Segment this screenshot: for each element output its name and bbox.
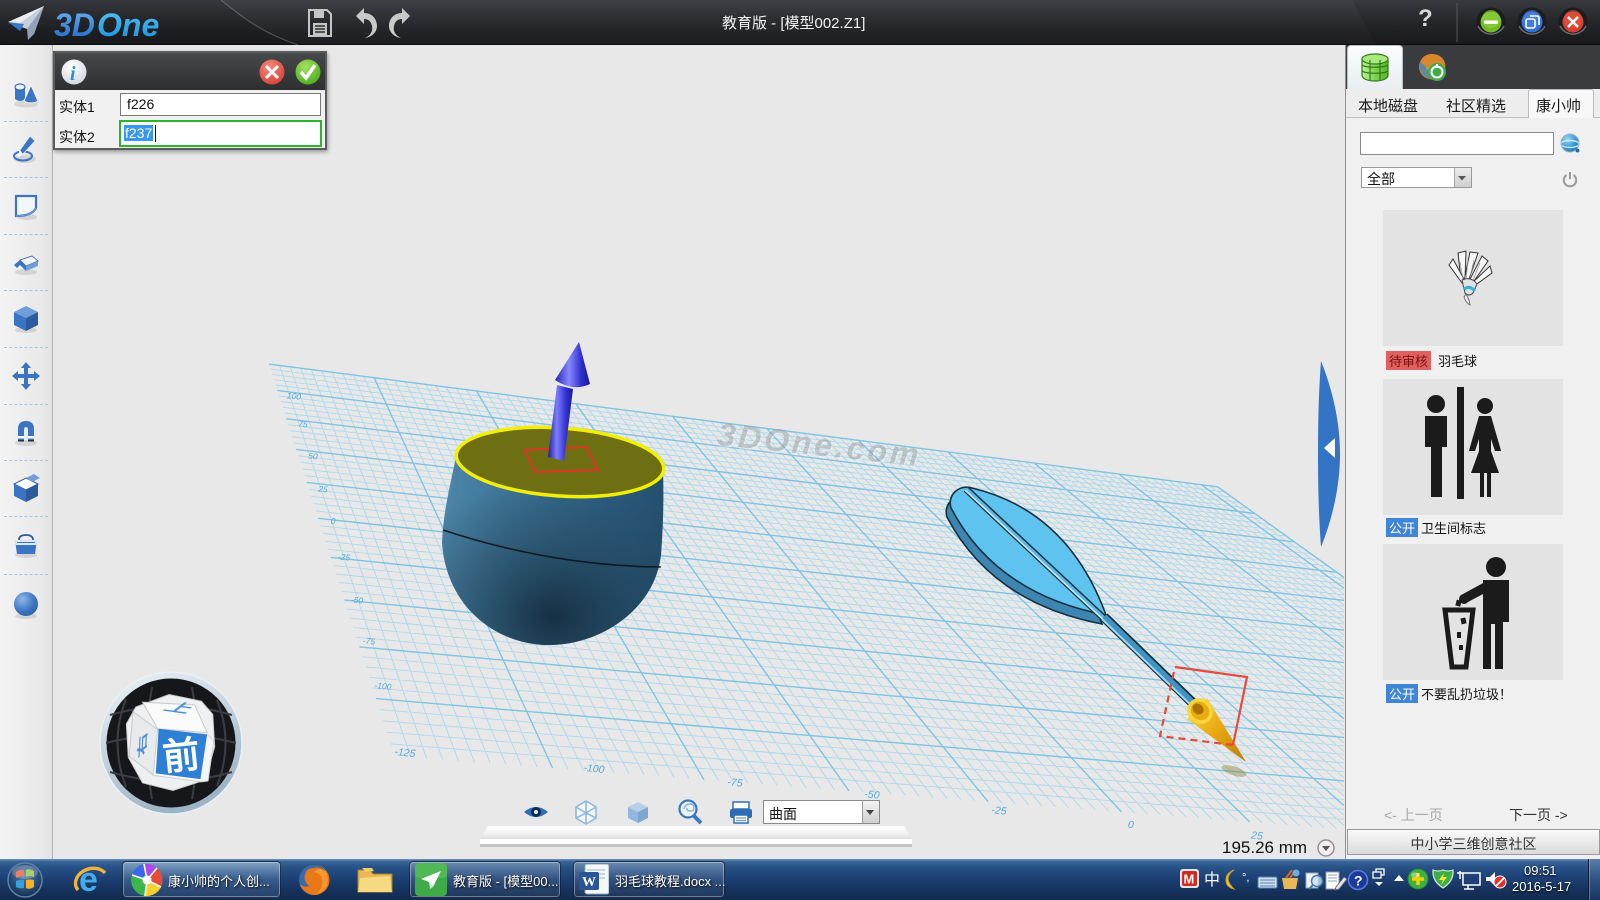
- svg-text:-75: -75: [362, 635, 376, 646]
- svg-text:W: W: [582, 875, 596, 890]
- svg-text:3D: 3D: [54, 7, 95, 43]
- svg-text:One: One: [97, 7, 159, 43]
- svg-text:-50: -50: [350, 594, 364, 605]
- svg-text:-25: -25: [991, 804, 1008, 818]
- svg-text:i: i: [70, 63, 76, 85]
- svg-text:°,: °,: [1242, 872, 1249, 884]
- svg-text:50: 50: [308, 451, 319, 462]
- svg-text:-100: -100: [583, 762, 605, 776]
- svg-text:25: 25: [317, 483, 329, 494]
- svg-text:0: 0: [330, 516, 336, 526]
- svg-text:?: ?: [1354, 873, 1363, 889]
- svg-text:前: 前: [161, 733, 202, 779]
- svg-text:e: e: [79, 861, 98, 899]
- svg-text:0: 0: [1127, 819, 1134, 832]
- svg-text:-100: -100: [374, 680, 392, 692]
- svg-text:-75: -75: [727, 776, 744, 790]
- svg-text:75: 75: [298, 419, 309, 430]
- svg-text:-125: -125: [394, 746, 416, 760]
- svg-text:中: 中: [1204, 871, 1220, 889]
- svg-text:M: M: [1184, 872, 1195, 887]
- svg-text:100: 100: [286, 390, 301, 401]
- svg-text:-25: -25: [337, 551, 351, 562]
